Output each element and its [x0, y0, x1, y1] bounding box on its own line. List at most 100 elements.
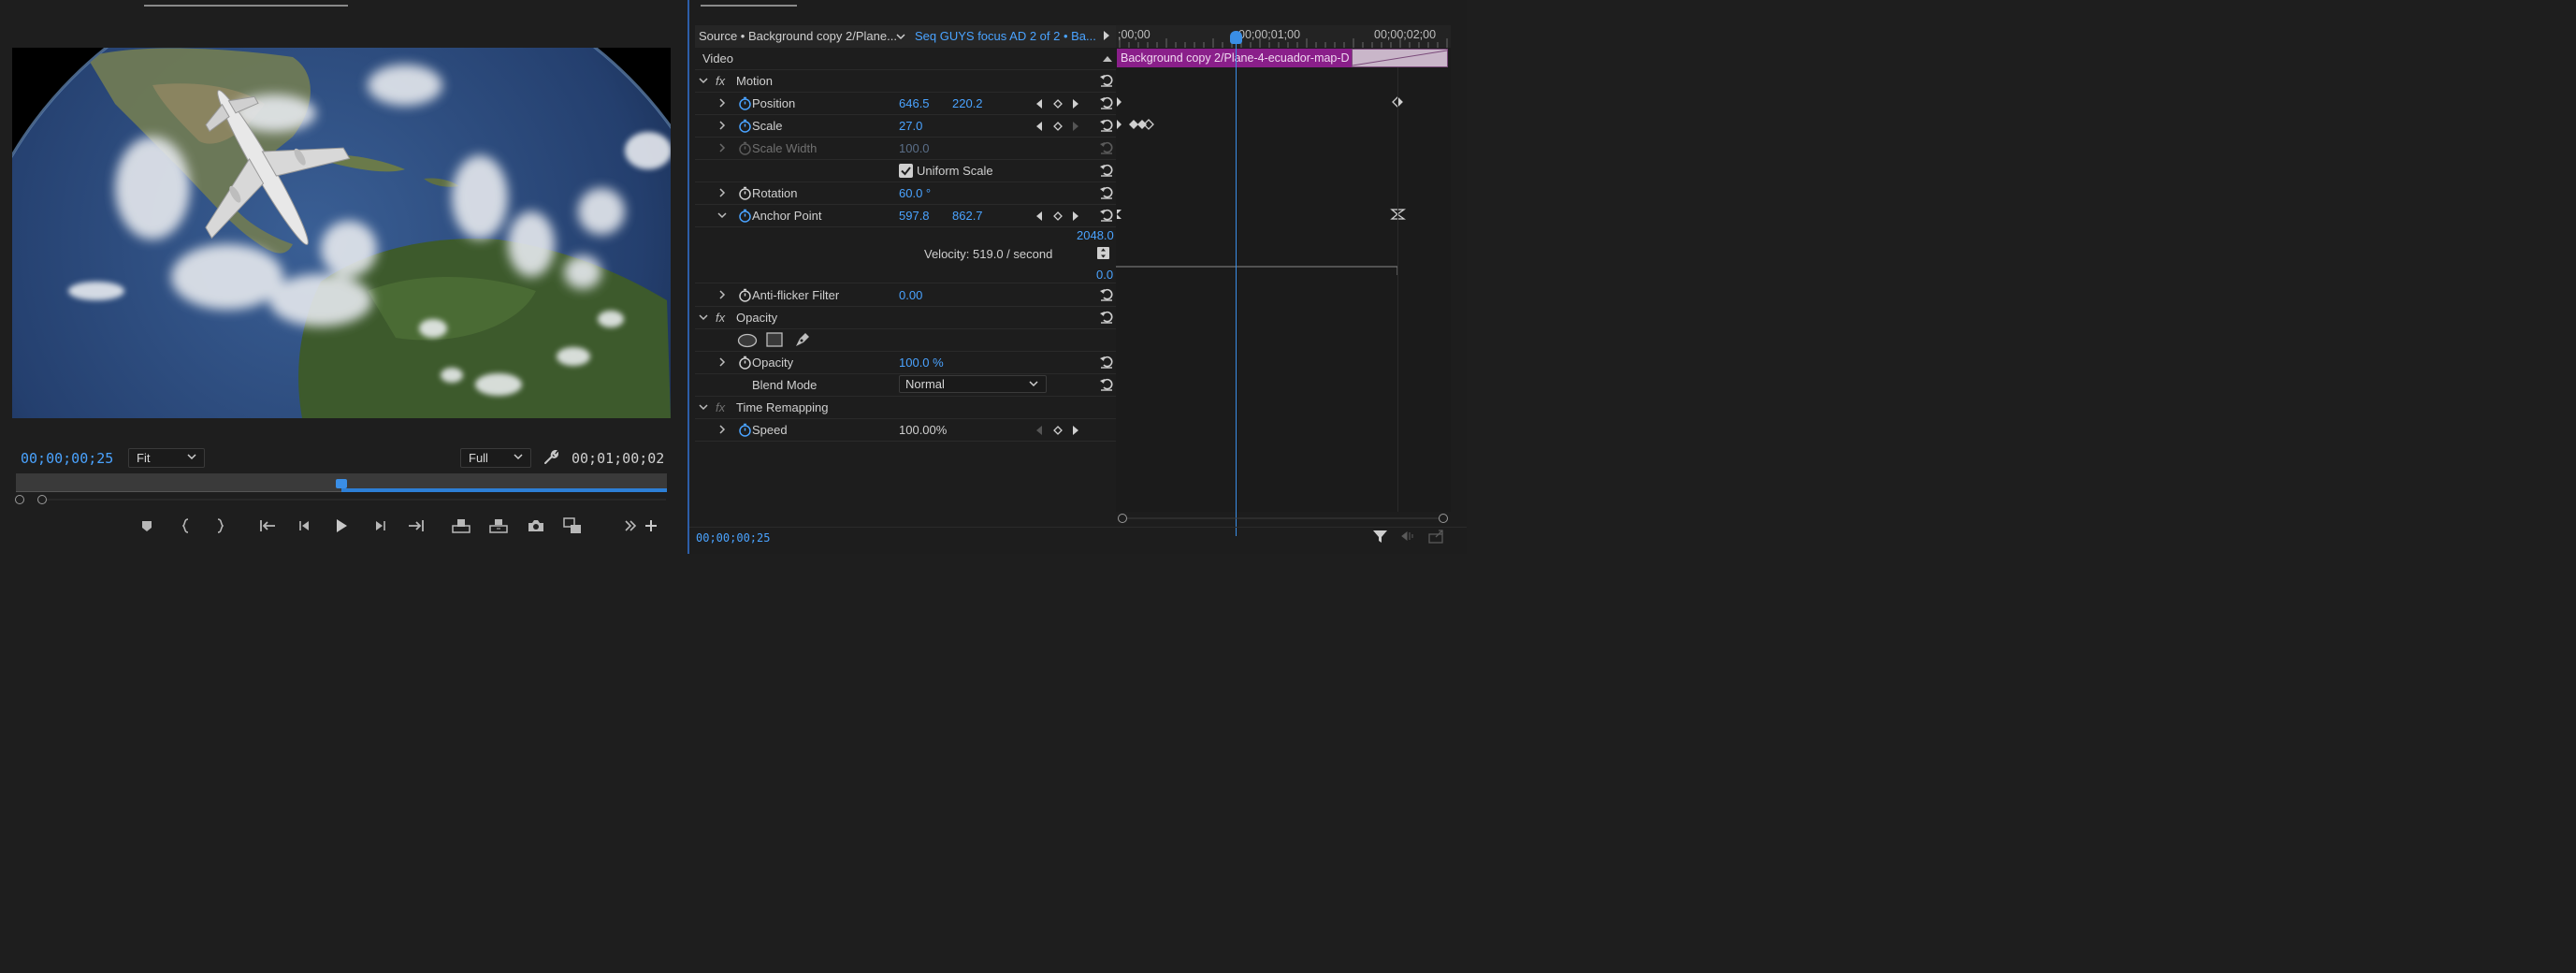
reset-icon[interactable] [1099, 288, 1114, 301]
playhead-handle[interactable] [1230, 31, 1242, 44]
anti-flicker-property-row[interactable]: Anti-flicker Filter 0.00 [695, 284, 1116, 307]
zoom-dropdown[interactable]: Fit [128, 448, 205, 468]
comparison-view-button[interactable] [562, 516, 583, 536]
keyframe-navigator[interactable] [1035, 211, 1082, 222]
footer-timecode[interactable]: 00;00;00;25 [696, 531, 770, 545]
anchor-keyframes[interactable] [1116, 209, 1451, 220]
zoom-scrollbar[interactable] [15, 495, 670, 504]
go-to-in-button[interactable] [257, 516, 278, 536]
position-y-value[interactable]: 220.2 [952, 96, 983, 110]
button-editor-plus-icon[interactable] [641, 516, 661, 536]
collapse-icon[interactable] [1103, 55, 1112, 63]
graph-scale-icon[interactable] [1097, 247, 1109, 259]
chevron-down-icon[interactable] [699, 76, 708, 85]
velocity-graph-line[interactable] [1116, 264, 1451, 277]
mark-out-button[interactable] [210, 516, 230, 536]
keyframe-navigator[interactable] [1035, 121, 1082, 132]
uniform-scale-label[interactable]: Uniform Scale [917, 164, 993, 178]
reset-icon[interactable] [1099, 311, 1114, 324]
anchor-point-property-row[interactable]: Anchor Point 597.8 862.7 [695, 205, 1116, 227]
stopwatch-icon[interactable] [738, 356, 752, 370]
mark-in-button[interactable] [176, 516, 196, 536]
keyframe-navigator[interactable] [1035, 425, 1082, 436]
uniform-scale-checkbox[interactable] [899, 164, 913, 178]
pen-mask-icon[interactable] [794, 331, 811, 348]
anchor-x-value[interactable]: 597.8 [899, 209, 930, 223]
stopwatch-icon[interactable] [738, 96, 752, 110]
opacity-value[interactable]: 100.0 % [899, 356, 944, 370]
work-area-bar[interactable] [341, 488, 667, 492]
clip-transition[interactable] [1352, 49, 1448, 67]
scale-value[interactable]: 27.0 [899, 119, 922, 133]
rotation-property-row[interactable]: Rotation 60.0 ° [695, 182, 1116, 205]
stopwatch-icon[interactable] [738, 119, 752, 133]
anti-flicker-value[interactable]: 0.00 [899, 288, 922, 302]
chevron-right-icon[interactable] [717, 425, 727, 434]
source-clip-label[interactable]: Source • Background copy 2/Plane... [699, 29, 897, 43]
rotation-value[interactable]: 60.0 ° [899, 186, 931, 200]
clip-bar[interactable]: Background copy 2/Plane-4-ecuador-map-D [1117, 49, 1352, 67]
scale-width-property-row[interactable]: Scale Width 100.0 [695, 138, 1116, 160]
rectangle-mask-icon[interactable] [766, 332, 783, 347]
expand-timeline-icon[interactable] [1103, 31, 1110, 40]
time-remapping-row[interactable]: fx Time Remapping [695, 397, 1116, 419]
speed-value[interactable]: 100.00% [899, 423, 947, 437]
stopwatch-icon[interactable] [738, 209, 752, 223]
chevron-right-icon[interactable] [717, 143, 727, 152]
stopwatch-icon[interactable] [738, 288, 752, 302]
go-to-out-button[interactable] [406, 516, 427, 536]
chevron-down-icon[interactable] [717, 211, 727, 220]
playhead-line[interactable] [1230, 31, 1242, 536]
sequence-label[interactable]: Seq GUYS focus AD 2 of 2 • Ba... [915, 29, 1096, 43]
wrench-icon[interactable] [543, 449, 559, 466]
position-property-row[interactable]: Position 646.5 220.2 [695, 93, 1116, 115]
effect-timeline[interactable]: ;00;00 00;00;01;00 00;00;02;00 Backgroun… [1116, 25, 1451, 536]
current-timecode[interactable]: 00;00;00;25 [21, 450, 113, 467]
fx-icon[interactable]: fx [716, 74, 725, 88]
chevron-right-icon[interactable] [717, 290, 727, 299]
reset-icon[interactable] [1099, 164, 1114, 177]
reset-icon[interactable] [1099, 209, 1114, 222]
chevron-down-icon[interactable] [896, 32, 905, 41]
time-ruler[interactable] [16, 473, 667, 492]
more-controls-icon[interactable] [620, 516, 641, 536]
opacity-effect-row[interactable]: fx Opacity [695, 307, 1116, 329]
fx-icon[interactable]: fx [716, 311, 725, 325]
timeline-ruler[interactable]: ;00;00 00;00;01;00 00;00;02;00 [1116, 25, 1451, 48]
reset-icon[interactable] [1099, 356, 1114, 369]
camera-icon[interactable] [526, 516, 546, 536]
stopwatch-icon[interactable] [738, 423, 752, 437]
chevron-right-icon[interactable] [717, 357, 727, 367]
scale-property-row[interactable]: Scale 27.0 [695, 115, 1116, 138]
extract-button[interactable] [488, 516, 509, 536]
timeline-zoom-scrollbar[interactable] [1116, 512, 1451, 525]
active-tab-indicator[interactable] [144, 5, 348, 7]
playhead-marker[interactable] [336, 479, 347, 488]
keyframe-navigator[interactable] [1035, 98, 1082, 109]
add-marker-button[interactable] [137, 516, 157, 536]
scale-keyframes[interactable] [1116, 119, 1172, 130]
uniform-scale-row[interactable]: Uniform Scale [695, 160, 1116, 182]
chevron-right-icon[interactable] [717, 98, 727, 108]
step-forward-icon[interactable] [369, 516, 390, 536]
blend-mode-dropdown[interactable]: Normal [899, 375, 1047, 393]
resolution-dropdown[interactable]: Full [460, 448, 531, 468]
position-x-value[interactable]: 646.5 [899, 96, 930, 110]
anchor-y-value[interactable]: 862.7 [952, 209, 983, 223]
speed-property-row[interactable]: Speed 100.00% [695, 419, 1116, 442]
ellipse-mask-icon[interactable] [737, 333, 758, 348]
chevron-down-icon[interactable] [699, 312, 708, 322]
lift-button[interactable] [451, 516, 471, 536]
filter-icon[interactable] [1372, 530, 1389, 545]
reset-icon[interactable] [1099, 378, 1114, 391]
opacity-property-row[interactable]: Opacity 100.0 % [695, 352, 1116, 374]
reset-icon[interactable] [1099, 96, 1114, 109]
blend-mode-row[interactable]: Blend Mode Normal [695, 374, 1116, 397]
chevron-right-icon[interactable] [717, 188, 727, 197]
reset-icon[interactable] [1099, 74, 1114, 87]
active-tab-indicator[interactable] [701, 5, 797, 7]
reset-icon[interactable] [1099, 119, 1114, 132]
stopwatch-icon[interactable] [738, 186, 752, 200]
chevron-down-icon[interactable] [699, 402, 708, 412]
position-keyframes[interactable] [1116, 96, 1451, 108]
